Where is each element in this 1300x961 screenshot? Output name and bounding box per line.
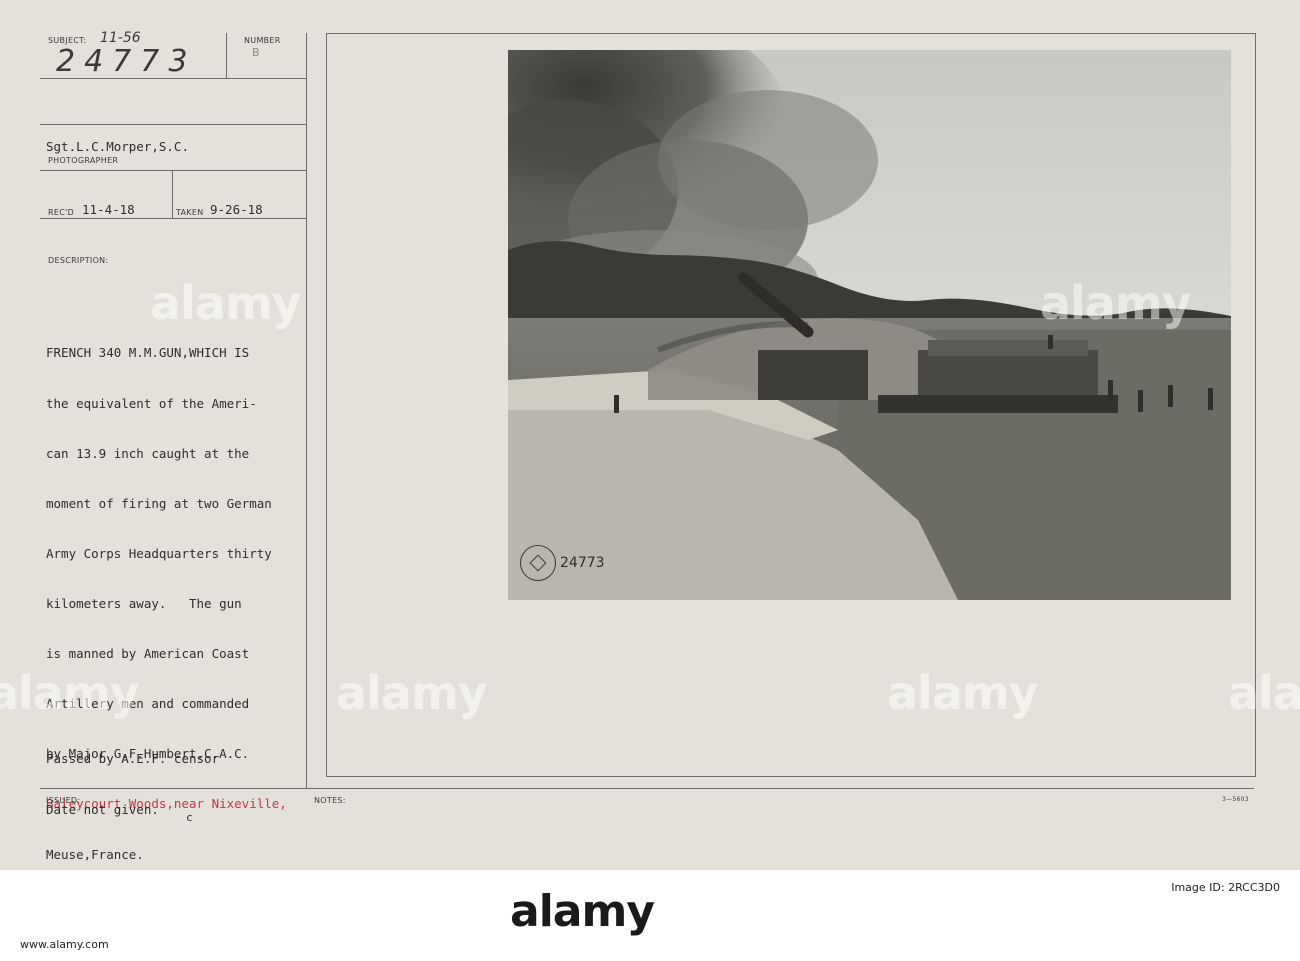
alamy-logo: alamy (510, 886, 655, 937)
number-divider (226, 33, 227, 78)
column-divider (306, 33, 307, 788)
taken-label: TAKEN (176, 208, 204, 217)
photographer-name: Sgt.L.C.Morper,S.C. (46, 139, 189, 154)
watermark: alamy (0, 666, 140, 720)
watermark: alamy (150, 276, 302, 330)
notes-label: NOTES: (314, 796, 346, 805)
censor-note: Passed by A.E.F. censor Date not given. (46, 718, 219, 852)
photographer-label: PHOTOGRAPHER (48, 156, 119, 165)
watermark: alamy (336, 666, 488, 720)
censor-line: Passed by A.E.F. censor (46, 751, 220, 767)
photographer-rule-bottom (40, 170, 306, 171)
watermark: alamy (887, 666, 1039, 720)
description-line: moment of firing at two German (46, 495, 272, 511)
issued-value: c (186, 811, 193, 824)
dates-divider (172, 170, 173, 218)
description-line: the equivalent of the Ameri- (46, 395, 257, 411)
taken-value: 9-26-18 (210, 202, 263, 217)
signal-corps-seal-icon (520, 545, 556, 581)
dates-rule (40, 218, 306, 219)
image-info: Image ID: 2RCC3D0 (1171, 880, 1280, 896)
description-line: FRENCH 340 M.M.GUN,WHICH IS (46, 345, 250, 361)
description-line: kilometers away. The gun (46, 595, 242, 611)
image-id: Image ID: 2RCC3D0 (1171, 881, 1280, 894)
archive-card: SUBJECT: 11-56 24773 NUMBER B Sgt.L.C.Mo… (0, 0, 1300, 870)
watermark: alamy (1228, 666, 1300, 720)
number-label: NUMBER (244, 36, 281, 45)
issued-label: ISSUED: (46, 796, 81, 805)
photographer-rule-top (40, 124, 306, 125)
number-letter: B (252, 46, 260, 59)
form-number: 3—5603 (1222, 796, 1249, 803)
description-label: DESCRIPTION: (48, 256, 109, 265)
stamp-number: 24773 (560, 555, 605, 571)
watermark: alamy (1040, 276, 1192, 330)
signal-corps-stamp: 24773 (520, 545, 605, 581)
description-line: is manned by American Coast (46, 646, 250, 662)
recd-value: 11-4-18 (82, 202, 135, 217)
alamy-url: www.alamy.com (20, 938, 109, 951)
number-value: 24773 (56, 44, 197, 79)
recd-label: REC'D (48, 208, 75, 217)
description-line: can 13.9 inch caught at the (46, 445, 250, 461)
description-line: Army Corps Headquarters thirty (46, 545, 272, 561)
